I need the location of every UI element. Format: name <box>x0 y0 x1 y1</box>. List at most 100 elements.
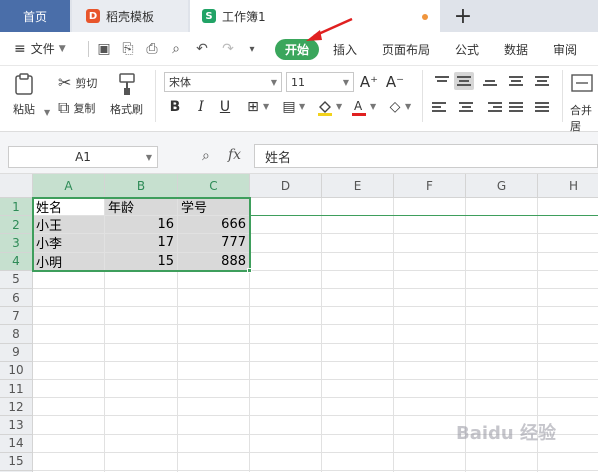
cell-b11[interactable] <box>105 380 178 399</box>
font-size-select[interactable]: 11 ▼ <box>286 72 354 92</box>
cell-a2[interactable]: 小王 <box>33 216 105 235</box>
fx-icon[interactable]: fx <box>228 147 241 163</box>
cell-a10[interactable] <box>33 361 105 380</box>
cell-d1[interactable] <box>250 198 322 217</box>
row-header-4[interactable]: 4 <box>0 252 33 271</box>
cell-g15[interactable] <box>466 452 538 471</box>
shrink-font-button[interactable]: A⁻ <box>386 73 404 91</box>
cell-e15[interactable] <box>322 452 394 471</box>
border-icon[interactable]: ⊞ <box>244 98 262 116</box>
row-header-7[interactable]: 7 <box>0 307 33 326</box>
redo-icon[interactable]: ↷ <box>220 41 236 57</box>
row-header-8[interactable]: 8 <box>0 325 33 344</box>
cell-a3[interactable]: 小李 <box>33 234 105 253</box>
cell-a15[interactable] <box>33 452 105 471</box>
row-header-15[interactable]: 15 <box>0 452 33 471</box>
save-icon[interactable]: ▣ <box>96 41 112 57</box>
cell-a9[interactable] <box>33 343 105 362</box>
font-name-select[interactable]: 宋体 ▼ <box>164 72 282 92</box>
cell-g10[interactable] <box>466 361 538 380</box>
cell-d7[interactable] <box>250 307 322 326</box>
cell-c10[interactable] <box>178 361 250 380</box>
cell-b9[interactable] <box>105 343 178 362</box>
cell-g1[interactable] <box>466 198 538 217</box>
column-header-g[interactable]: G <box>466 174 538 198</box>
cell-h5[interactable] <box>538 271 598 289</box>
fill-handle[interactable] <box>247 267 252 273</box>
cell-c8[interactable] <box>178 325 250 344</box>
copy-button[interactable]: ⧉ 复制 <box>58 100 95 116</box>
undo-icon[interactable]: ↶ <box>194 41 210 57</box>
italic-button[interactable]: I <box>192 98 210 116</box>
row-header-13[interactable]: 13 <box>0 416 33 435</box>
column-header-b[interactable]: B <box>105 174 178 198</box>
cell-h3[interactable] <box>538 234 598 253</box>
cell-c2[interactable]: 666 <box>178 216 250 235</box>
cell-e5[interactable] <box>322 270 394 289</box>
cell-style-icon[interactable]: ▤ <box>280 98 298 116</box>
cell-d14[interactable] <box>250 434 322 453</box>
fill-color-icon[interactable] <box>316 98 334 116</box>
cell-d13[interactable] <box>250 416 322 435</box>
print-icon[interactable]: ⎙ <box>144 41 160 57</box>
cell-a4[interactable]: 小明 <box>33 252 105 271</box>
cell-g3[interactable] <box>466 234 538 253</box>
justify-icon[interactable] <box>506 98 526 116</box>
cell-g9[interactable] <box>466 343 538 362</box>
formula-input[interactable]: 姓名 <box>254 144 598 168</box>
cell-g8[interactable] <box>466 325 538 344</box>
tab-home[interactable]: 首页 <box>0 0 70 32</box>
select-all-corner[interactable] <box>0 174 33 198</box>
align-top-icon[interactable] <box>432 72 452 90</box>
underline-button[interactable]: U <box>216 98 234 116</box>
cell-b1[interactable]: 年龄 <box>105 198 178 217</box>
zoom-search-icon[interactable]: ⌕ <box>202 148 210 164</box>
cell-g7[interactable] <box>466 307 538 326</box>
cell-c1[interactable]: 学号 <box>178 198 250 217</box>
row-header-2[interactable]: 2 <box>0 216 33 235</box>
cell-d9[interactable] <box>250 343 322 362</box>
row-header-10[interactable]: 10 <box>0 361 33 380</box>
cell-d2[interactable] <box>250 216 322 235</box>
cell-d3[interactable] <box>250 234 322 253</box>
cell-f15[interactable] <box>394 452 466 471</box>
cell-e12[interactable] <box>322 398 394 417</box>
cell-b12[interactable] <box>105 398 178 417</box>
cell-d4[interactable] <box>250 252 322 271</box>
cell-b10[interactable] <box>105 361 178 380</box>
row-header-6[interactable]: 6 <box>0 289 33 308</box>
paste-button[interactable]: 粘贴 <box>12 72 36 117</box>
row-header-1[interactable]: 1 <box>0 198 33 217</box>
cell-h1[interactable] <box>538 198 598 217</box>
bold-button[interactable]: B <box>166 98 184 116</box>
row-header-14[interactable]: 14 <box>0 434 33 453</box>
cell-f3[interactable] <box>394 234 466 253</box>
cell-h9[interactable] <box>538 344 598 362</box>
cell-b3[interactable]: 17 <box>105 234 178 253</box>
tab-formulas[interactable]: 公式 <box>455 41 479 58</box>
cell-h11[interactable] <box>538 380 598 399</box>
cell-e14[interactable] <box>322 434 394 453</box>
cell-h2[interactable] <box>538 216 598 235</box>
cell-e4[interactable] <box>322 252 394 271</box>
cell-d6[interactable] <box>250 289 322 308</box>
cell-a11[interactable] <box>33 380 105 399</box>
grow-font-button[interactable]: A⁺ <box>360 73 378 91</box>
cell-f8[interactable] <box>394 325 466 344</box>
cell-f4[interactable] <box>394 252 466 271</box>
cell-a6[interactable] <box>33 289 105 308</box>
cell-f6[interactable] <box>394 289 466 308</box>
cell-d11[interactable] <box>250 380 322 399</box>
font-color-icon[interactable]: A <box>350 98 368 116</box>
name-box[interactable]: A1 ▼ <box>8 146 158 168</box>
chevron-down-icon[interactable]: ▼ <box>263 102 269 111</box>
column-header-c[interactable]: C <box>178 174 250 198</box>
cell-c12[interactable] <box>178 398 250 417</box>
cell-a14[interactable] <box>33 434 105 453</box>
cell-b15[interactable] <box>105 452 178 471</box>
cell-h6[interactable] <box>538 289 598 308</box>
cell-b8[interactable] <box>105 325 178 344</box>
cell-g2[interactable] <box>466 216 538 235</box>
cell-b14[interactable] <box>105 434 178 453</box>
row-header-5[interactable]: 5 <box>0 270 33 289</box>
